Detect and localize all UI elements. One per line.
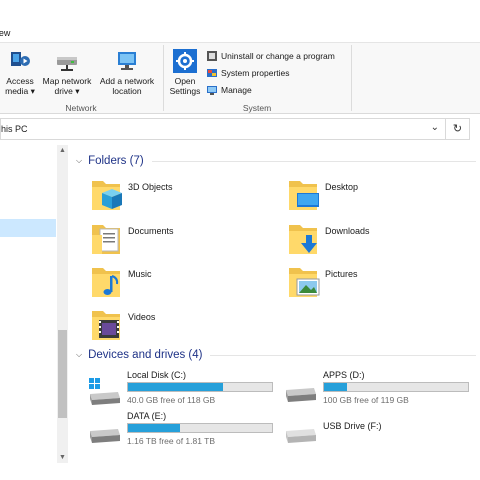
folder-name: Desktop — [325, 182, 359, 192]
ribbon: Access media ▾ Map network drive ▾ Add a… — [0, 42, 480, 114]
folder-name: Downloads — [325, 226, 370, 236]
windows-drive-icon — [89, 378, 120, 405]
hard-drive-icon — [286, 388, 316, 402]
drive-free-space: 100 GB free of 119 GB — [323, 395, 409, 405]
nav-scrollbar[interactable]: ▲ ▼ — [57, 145, 68, 463]
drive-free-space: 1.16 TB free of 1.81 TB — [127, 436, 216, 446]
uninstall-label: Uninstall or change a program — [221, 51, 335, 61]
address-bar[interactable]: his PC ⌄ ↻ — [0, 118, 470, 140]
add-network-location-button[interactable]: Add a network location — [96, 49, 158, 96]
desktop-folder-icon — [289, 181, 319, 210]
usb-drive-icon — [286, 429, 316, 443]
drive-free-space: 40.0 GB free of 118 GB — [127, 395, 216, 405]
add-network-location-label: Add a network location — [99, 76, 155, 96]
network-group-label: Network — [65, 103, 97, 113]
chevron-down-icon[interactable]: ⌵ — [76, 350, 82, 360]
manage-icon — [207, 86, 217, 95]
nav-selected-item[interactable] — [0, 219, 56, 237]
drive-name: Local Disk (C:) — [127, 370, 187, 380]
drive-usage-fill — [324, 383, 348, 391]
folder-item-desktop[interactable]: Desktop — [287, 177, 477, 215]
hard-drive-icon — [90, 429, 120, 443]
map-network-drive-label: Map network drive ▾ — [42, 76, 92, 96]
system-properties-icon — [207, 69, 217, 77]
system-group-label: System — [242, 103, 272, 113]
network-group: Access media ▾ Map network drive ▾ Add a… — [0, 43, 162, 115]
open-settings-label: Open Settings — [169, 76, 201, 96]
folder-item-music[interactable]: Music — [90, 264, 280, 302]
folder-name: Pictures — [325, 269, 358, 279]
documents-folder-icon — [92, 225, 120, 254]
section-divider — [151, 160, 476, 162]
drive-name: APPS (D:) — [323, 370, 365, 380]
folders-section-header[interactable]: ⌵ Folders (7) — [76, 153, 476, 169]
drive-name: USB Drive (F:) — [323, 421, 382, 431]
settings-gear-icon — [173, 49, 197, 73]
drive-name: DATA (E:) — [127, 411, 167, 421]
map-network-drive-button[interactable]: Map network drive ▾ — [38, 49, 96, 96]
manage-button[interactable]: Manage — [206, 83, 252, 97]
drive-item-f[interactable]: USB Drive (F:) — [283, 411, 473, 451]
folder-name: 3D Objects — [128, 182, 173, 192]
drive-usage-fill — [128, 383, 224, 391]
videos-folder-icon — [92, 311, 120, 340]
access-media-label: Access media ▾ — [5, 76, 35, 96]
address-path: his PC — [1, 124, 28, 134]
content-pane: ⌵ Folders (7) 3D Objects Desktop Documen… — [70, 145, 480, 480]
drive-usage-bar — [127, 382, 273, 392]
scroll-up-icon[interactable]: ▲ — [57, 147, 68, 154]
access-media-icon — [11, 52, 30, 66]
drive-usage-fill — [128, 424, 180, 432]
downloads-folder-icon — [289, 225, 317, 254]
drive-item-c[interactable]: Local Disk (C:) 40.0 GB free of 118 GB — [87, 370, 277, 410]
scroll-thumb[interactable] — [58, 330, 67, 418]
manage-label: Manage — [221, 85, 252, 95]
add-network-location-icon — [118, 52, 136, 70]
folder-item-videos[interactable]: Videos — [90, 307, 280, 345]
drive-item-e[interactable]: DATA (E:) 1.16 TB free of 1.81 TB — [87, 411, 277, 451]
section-divider — [210, 354, 476, 356]
tab-view[interactable]: View — [0, 28, 10, 38]
ribbon-tab-strip: View — [0, 0, 480, 42]
refresh-icon[interactable]: ↻ — [445, 119, 469, 139]
folder-name: Documents — [128, 226, 174, 236]
pictures-folder-icon — [289, 268, 320, 297]
folder-item-documents[interactable]: Documents — [90, 221, 280, 259]
3d-objects-folder-icon — [92, 181, 122, 210]
folder-item-pictures[interactable]: Pictures — [287, 264, 477, 302]
folder-name: Videos — [128, 312, 156, 322]
folder-item-3d-objects[interactable]: 3D Objects — [90, 177, 280, 215]
drive-item-d[interactable]: APPS (D:) 100 GB free of 119 GB — [283, 370, 473, 410]
chevron-down-icon[interactable]: ⌵ — [76, 156, 82, 166]
access-media-button[interactable]: Access media ▾ — [2, 49, 38, 96]
uninstall-program-button[interactable]: Uninstall or change a program — [206, 49, 335, 63]
system-properties-button[interactable]: System properties — [206, 66, 290, 80]
drive-usage-bar — [323, 382, 469, 392]
devices-section-header[interactable]: ⌵ Devices and drives (4) — [76, 347, 476, 363]
open-settings-button[interactable]: Open Settings — [168, 49, 202, 96]
system-properties-label: System properties — [221, 68, 290, 78]
folder-name: Music — [128, 269, 152, 279]
chevron-down-icon[interactable]: ⌄ — [431, 122, 439, 133]
folders-header-label: Folders (7) — [88, 155, 144, 167]
scroll-down-icon[interactable]: ▼ — [57, 454, 68, 461]
ribbon-separator — [351, 45, 352, 111]
map-network-drive-icon — [57, 57, 77, 71]
folder-item-downloads[interactable]: Downloads — [287, 221, 477, 259]
drive-usage-bar — [127, 423, 273, 433]
navigation-pane: ▲ ▼ — [0, 145, 70, 465]
uninstall-icon — [207, 51, 217, 61]
devices-header-label: Devices and drives (4) — [88, 349, 203, 361]
music-folder-icon — [92, 268, 120, 297]
